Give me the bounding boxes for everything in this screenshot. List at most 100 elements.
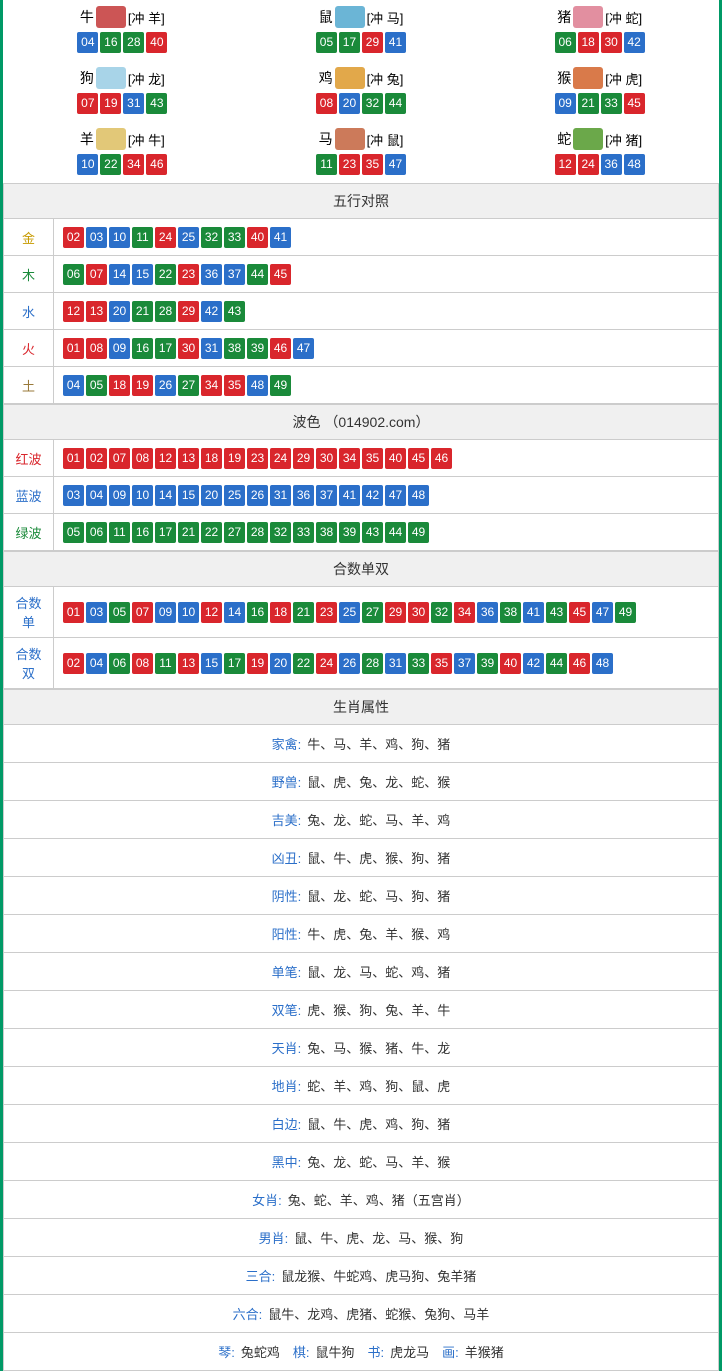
attr-row: 三合:鼠龙猴、牛蛇鸡、虎马狗、兔羊猪 xyxy=(4,1257,719,1295)
number-ball: 25 xyxy=(339,602,360,623)
number-ball: 32 xyxy=(362,93,383,114)
number-ball: 16 xyxy=(247,602,268,623)
attr-label: 吉美: xyxy=(272,813,302,828)
attr-value: 鼠、牛、虎、猴、狗、猪 xyxy=(307,851,450,866)
number-ball: 32 xyxy=(201,227,222,248)
zodiac-cell: 牛 [冲 羊] 04162840 xyxy=(3,0,242,61)
number-ball: 36 xyxy=(601,154,622,175)
table-row: 水 1213202128294243 xyxy=(4,293,719,330)
footer-cell: 琴:兔蛇鸡 棋:鼠牛狗 书:虎龙马 画:羊猴猪 xyxy=(4,1333,719,1371)
attr-cell: 白边:鼠、牛、虎、鸡、狗、猪 xyxy=(4,1105,719,1143)
attr-label: 阴性: xyxy=(272,889,302,904)
heshu-table: 合数单双 合数单 0103050709101214161821232527293… xyxy=(3,551,719,689)
number-ball: 12 xyxy=(201,602,222,623)
number-ball: 07 xyxy=(86,264,107,285)
attr-cell: 家禽:牛、马、羊、鸡、狗、猪 xyxy=(4,725,719,763)
footer-row: 琴:兔蛇鸡 棋:鼠牛狗 书:虎龙马 画:羊猴猪 xyxy=(4,1333,719,1371)
number-ball: 18 xyxy=(201,448,222,469)
number-ball: 22 xyxy=(293,653,314,674)
number-ball: 36 xyxy=(477,602,498,623)
attr-cell: 天肖:兔、马、猴、猪、牛、龙 xyxy=(4,1029,719,1067)
number-ball: 16 xyxy=(132,522,153,543)
number-ball: 07 xyxy=(109,448,130,469)
number-ball: 46 xyxy=(146,154,167,175)
number-ball: 32 xyxy=(431,602,452,623)
number-ball: 29 xyxy=(178,301,199,322)
number-ball: 09 xyxy=(109,485,130,506)
attr-row: 野兽:鼠、虎、兔、龙、蛇、猴 xyxy=(4,763,719,801)
number-ball: 44 xyxy=(546,653,567,674)
attr-row: 双笔:虎、猴、狗、兔、羊、牛 xyxy=(4,991,719,1029)
number-ball: 33 xyxy=(408,653,429,674)
zodiac-name: 鼠 xyxy=(319,7,333,27)
number-ball: 04 xyxy=(86,485,107,506)
balls-cell: 04051819262734354849 xyxy=(54,367,719,404)
wuxing-table: 五行对照 金 02031011242532334041 木 0607141522… xyxy=(3,183,719,404)
attr-cell: 黑中:兔、龙、蛇、马、羊、猴 xyxy=(4,1143,719,1181)
number-ball: 48 xyxy=(592,653,613,674)
attr-cell: 女肖:兔、蛇、羊、鸡、猪（五宫肖） xyxy=(4,1181,719,1219)
zodiac-balls: 10223446 xyxy=(3,154,242,175)
attr-label: 三合: xyxy=(246,1269,276,1284)
attr-value: 鼠、牛、虎、龙、马、猴、狗 xyxy=(294,1231,463,1246)
zodiac-cell: 鼠 [冲 马] 05172941 xyxy=(242,0,481,61)
attr-value: 鼠、龙、马、蛇、鸡、猪 xyxy=(307,965,450,980)
number-ball: 08 xyxy=(316,93,337,114)
number-ball: 20 xyxy=(109,301,130,322)
number-ball: 19 xyxy=(247,653,268,674)
number-ball: 49 xyxy=(270,375,291,396)
number-ball: 28 xyxy=(247,522,268,543)
number-ball: 09 xyxy=(555,93,576,114)
attr-label: 女肖: xyxy=(252,1193,282,1208)
number-ball: 21 xyxy=(293,602,314,623)
attr-label: 家禽: xyxy=(272,737,302,752)
number-ball: 32 xyxy=(270,522,291,543)
number-ball: 11 xyxy=(316,154,337,175)
row-label: 绿波 xyxy=(4,514,54,551)
zodiac-balls: 12243648 xyxy=(480,154,719,175)
attr-value: 鼠、龙、蛇、马、狗、猪 xyxy=(307,889,450,904)
zodiac-balls: 07193143 xyxy=(3,93,242,114)
attrs-header: 生肖属性 xyxy=(4,690,719,725)
number-ball: 38 xyxy=(500,602,521,623)
bose-header: 波色 （014902.com） xyxy=(4,405,719,440)
table-row: 木 06071415222336374445 xyxy=(4,256,719,293)
footer-value: 羊猴猪 xyxy=(465,1345,504,1360)
row-label: 木 xyxy=(4,256,54,293)
table-row: 金 02031011242532334041 xyxy=(4,219,719,256)
number-ball: 45 xyxy=(624,93,645,114)
table-row: 火 0108091617303138394647 xyxy=(4,330,719,367)
zodiac-cell: 蛇 [冲 猪] 12243648 xyxy=(480,122,719,183)
number-ball: 21 xyxy=(578,93,599,114)
number-ball: 20 xyxy=(201,485,222,506)
number-ball: 18 xyxy=(578,32,599,53)
number-ball: 21 xyxy=(132,301,153,322)
number-ball: 47 xyxy=(385,485,406,506)
number-ball: 29 xyxy=(293,448,314,469)
number-ball: 24 xyxy=(578,154,599,175)
zodiac-cell: 马 [冲 鼠] 11233547 xyxy=(242,122,481,183)
attr-label: 白边: xyxy=(272,1117,302,1132)
number-ball: 44 xyxy=(385,93,406,114)
number-ball: 28 xyxy=(362,653,383,674)
zodiac-name: 羊 xyxy=(80,129,94,149)
number-ball: 27 xyxy=(224,522,245,543)
number-ball: 41 xyxy=(385,32,406,53)
zodiac-icon xyxy=(335,67,365,89)
zodiac-clash: [冲 兔] xyxy=(367,69,404,88)
row-label: 火 xyxy=(4,330,54,367)
number-ball: 43 xyxy=(224,301,245,322)
balls-cell: 03040910141520252631363741424748 xyxy=(54,477,719,514)
number-ball: 10 xyxy=(109,227,130,248)
footer-value: 虎龙马 xyxy=(390,1345,429,1360)
row-label: 红波 xyxy=(4,440,54,477)
number-ball: 31 xyxy=(270,485,291,506)
number-ball: 44 xyxy=(247,264,268,285)
number-ball: 16 xyxy=(100,32,121,53)
attr-label: 凶丑: xyxy=(272,851,302,866)
number-ball: 39 xyxy=(477,653,498,674)
zodiac-cell: 狗 [冲 龙] 07193143 xyxy=(3,61,242,122)
number-ball: 49 xyxy=(615,602,636,623)
number-ball: 47 xyxy=(293,338,314,359)
zodiac-icon xyxy=(335,6,365,28)
